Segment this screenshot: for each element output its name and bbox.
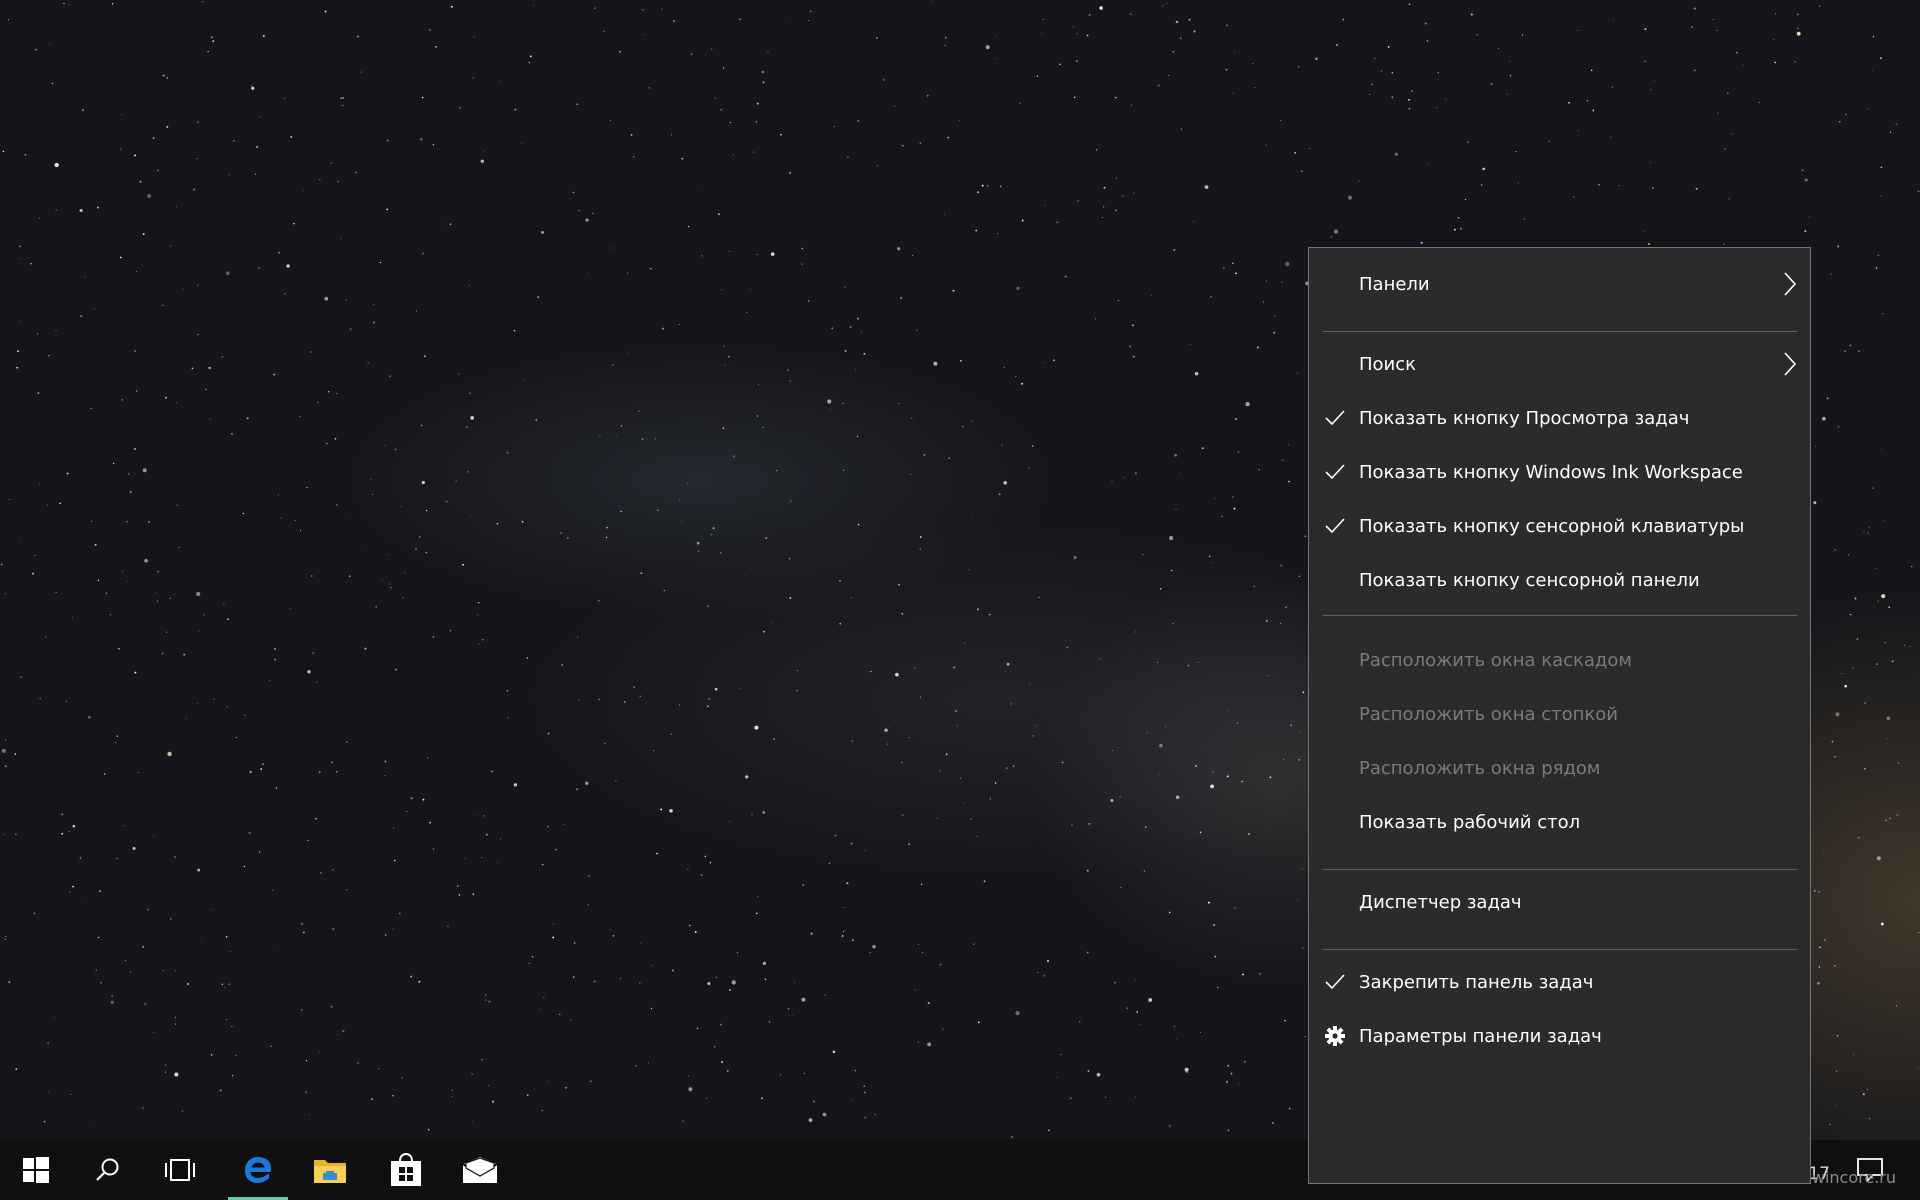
menu-item-search[interactable]: Поиск	[1309, 336, 1810, 392]
chevron-right-icon	[1784, 272, 1797, 296]
menu-item-touch-keyboard-button[interactable]: Показать кнопку сенсорной клавиатуры	[1309, 498, 1810, 554]
watermark: wincore.ru	[1811, 1168, 1896, 1187]
menu-item-label: Закрепить панель задач	[1359, 971, 1594, 993]
menu-item-show-desktop[interactable]: Показать рабочий стол	[1309, 794, 1810, 850]
mail-button[interactable]	[444, 1140, 516, 1200]
menu-item-windows-ink-button[interactable]: Показать кнопку Windows Ink Workspace	[1309, 444, 1810, 500]
checkmark-icon	[1325, 518, 1345, 534]
menu-item-label: Параметры панели задач	[1359, 1025, 1602, 1047]
menu-item-label: Расположить окна стопкой	[1359, 703, 1618, 725]
menu-separator	[1323, 331, 1797, 332]
menu-item-label: Показать кнопку Windows Ink Workspace	[1359, 461, 1743, 483]
file-explorer-button[interactable]	[294, 1140, 366, 1200]
menu-item-lock-taskbar[interactable]: Закрепить панель задач	[1309, 954, 1810, 1010]
menu-item-cascade-windows[interactable]: Расположить окна каскадом	[1309, 632, 1810, 688]
menu-item-task-manager[interactable]: Диспетчер задач	[1309, 874, 1810, 930]
menu-item-label: Диспетчер задач	[1359, 891, 1522, 913]
menu-item-label: Расположить окна рядом	[1359, 757, 1601, 779]
gear-icon	[1325, 1026, 1345, 1046]
menu-separator	[1323, 949, 1797, 950]
menu-separator	[1323, 869, 1797, 870]
mail-icon	[462, 1157, 498, 1183]
menu-item-touchpad-button[interactable]: Показать кнопку сенсорной панели	[1309, 552, 1810, 608]
edge-icon	[245, 1157, 271, 1183]
chevron-right-icon	[1784, 352, 1797, 376]
taskbar-context-menu: Панели Поиск Показать кнопку Просмотра зад…	[1308, 247, 1811, 1184]
search-icon	[96, 1158, 119, 1181]
checkmark-icon	[1325, 464, 1345, 480]
edge-button[interactable]	[222, 1140, 294, 1200]
store-icon	[391, 1153, 421, 1186]
menu-item-label: Показать рабочий стол	[1359, 811, 1581, 833]
menu-separator	[1323, 615, 1797, 616]
menu-item-label: Панели	[1359, 273, 1430, 295]
menu-item-label: Показать кнопку Просмотра задач	[1359, 407, 1690, 429]
task-view-button[interactable]	[144, 1140, 216, 1200]
menu-item-label: Показать кнопку сенсорной панели	[1359, 569, 1700, 591]
menu-item-taskbar-settings[interactable]: Параметры панели задач	[1309, 1008, 1810, 1064]
menu-item-task-view-button[interactable]: Показать кнопку Просмотра задач	[1309, 390, 1810, 446]
checkmark-icon	[1325, 974, 1345, 990]
menu-item-label: Показать кнопку сенсорной клавиатуры	[1359, 515, 1745, 537]
menu-item-toolbars[interactable]: Панели	[1309, 256, 1810, 312]
menu-item-label: Поиск	[1359, 353, 1417, 375]
start-icon	[23, 1157, 49, 1183]
search-button[interactable]	[72, 1140, 144, 1200]
checkmark-icon	[1325, 410, 1345, 426]
menu-item-label: Расположить окна каскадом	[1359, 649, 1632, 671]
menu-item-side-by-side-windows[interactable]: Расположить окна рядом	[1309, 740, 1810, 796]
start-button[interactable]	[0, 1140, 72, 1200]
menu-item-stack-windows[interactable]: Расположить окна стопкой	[1309, 686, 1810, 742]
file-explorer-icon	[314, 1160, 346, 1183]
store-button[interactable]	[370, 1140, 442, 1200]
task-view-icon	[165, 1159, 195, 1181]
